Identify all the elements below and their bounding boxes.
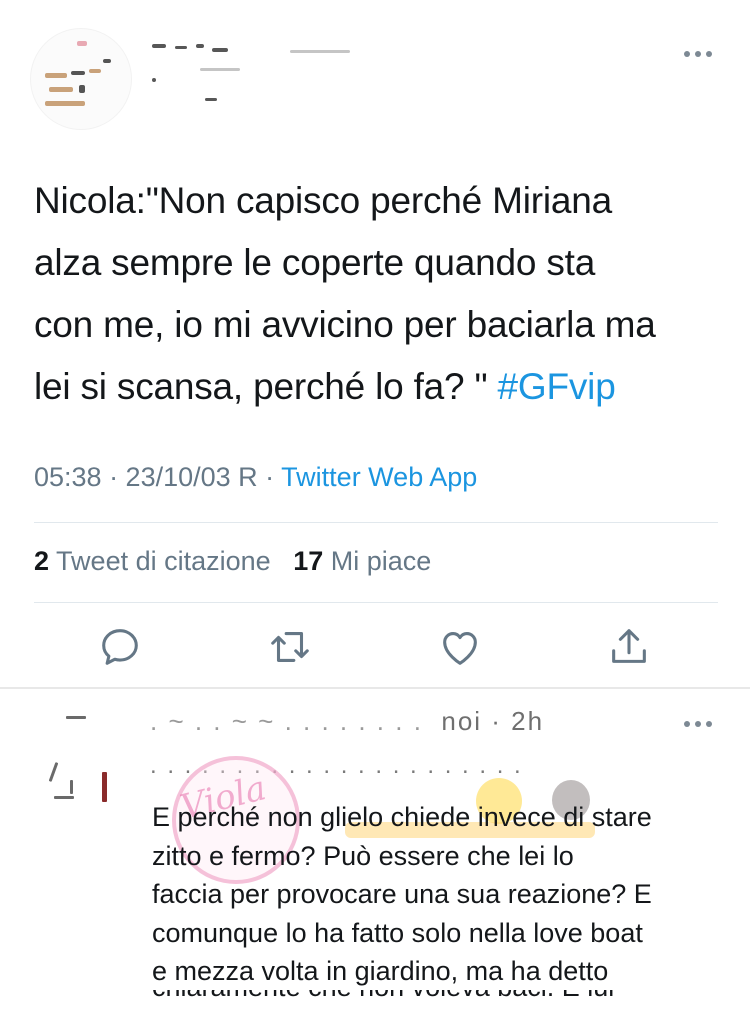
more-options-icon[interactable] — [678, 46, 718, 62]
quote-tweets-stat[interactable]: 2 Tweet di citazione — [34, 546, 271, 576]
reply-text: E perché non glielo chiede invece di sta… — [152, 802, 652, 986]
reply-icon — [102, 629, 138, 665]
retweet-button[interactable] — [267, 624, 313, 670]
like-icon — [443, 632, 477, 665]
reply-separator — [0, 687, 750, 689]
tweet-timestamp[interactable]: 05:38 · 23/10/03 R · — [34, 462, 281, 492]
divider — [34, 522, 718, 523]
reply-timestamp[interactable]: noi · 2h — [441, 706, 544, 736]
tweet-metadata: 05:38 · 23/10/03 R · Twitter Web App — [34, 462, 477, 493]
author-avatar[interactable] — [30, 28, 132, 130]
share-icon — [612, 629, 646, 663]
reply-button[interactable] — [97, 624, 143, 670]
share-button[interactable] — [606, 624, 652, 670]
tweet-source-link[interactable]: Twitter Web App — [281, 462, 477, 492]
hashtag-link[interactable]: #GFvip — [498, 366, 616, 407]
reply-avatar[interactable] — [44, 710, 128, 830]
reply-header[interactable]: . ~ . . ~ ~ . . . . . . . . noi · 2h — [150, 706, 544, 737]
like-button[interactable] — [437, 624, 483, 670]
divider — [34, 602, 718, 603]
reply-text-clipped-line: chiaramente che non voleva baci. È lui — [152, 990, 712, 1012]
tweet-stats: 2 Tweet di citazione 17 Mi piace — [34, 546, 431, 577]
tweet-text: Nicola:"Non capisco perché Miriana alza … — [34, 180, 656, 407]
likes-stat[interactable]: 17 Mi piace — [293, 546, 431, 576]
retweet-icon — [271, 632, 309, 662]
reply-more-options-icon[interactable] — [678, 716, 718, 732]
